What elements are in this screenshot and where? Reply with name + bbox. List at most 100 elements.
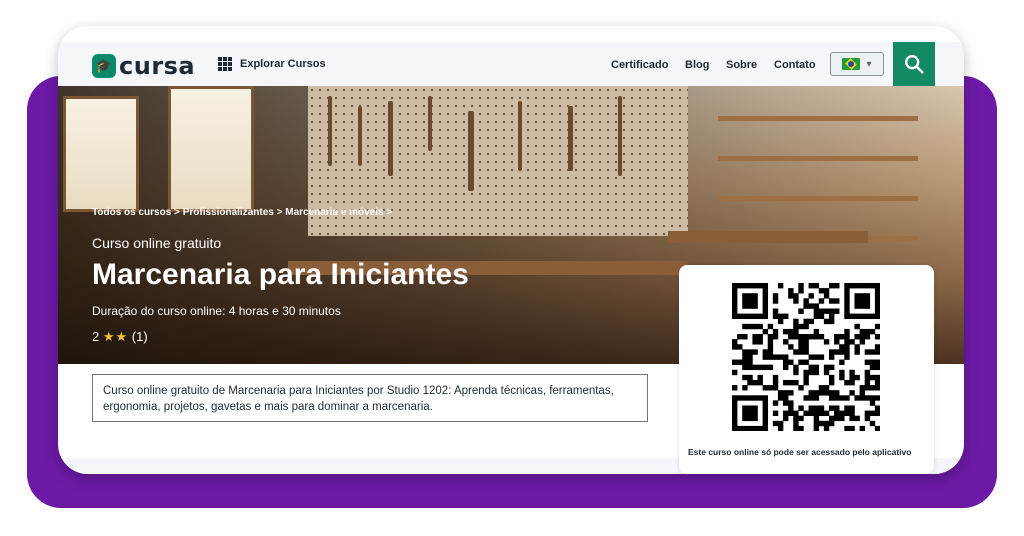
brazil-flag-icon [842,58,861,70]
qr-module [803,318,809,325]
qr-module [869,400,876,406]
qr-module [813,308,820,314]
qr-module [823,420,830,427]
qr-module [752,349,758,355]
qr-module [783,410,789,416]
qr-module [834,298,840,304]
qr-module [732,405,738,411]
qr-module [752,425,758,432]
qr-module [762,313,769,320]
qr-module [849,374,855,381]
nav-blog[interactable]: Blog [685,59,709,71]
search-icon [905,55,924,74]
nav-sobre[interactable]: Sobre [726,59,757,71]
qr-module [839,349,845,355]
qr-module [828,354,835,360]
qr-module [854,313,860,320]
nav-contato[interactable]: Contato [774,59,816,71]
qr-module [813,303,820,309]
qr-module [762,303,769,309]
qr-module [767,334,774,340]
qr-module [803,339,809,345]
qr-module [737,283,743,289]
qr-module [752,405,758,411]
qr-module [783,339,789,345]
qr-module [834,283,840,289]
qr-module [874,323,881,330]
qr-module [747,293,753,299]
qr-module [859,339,865,345]
qr-card: Este curso online só pode ser acessado p… [679,265,934,474]
qr-module [803,379,809,386]
qr-module [752,323,758,330]
qr-module [844,395,850,401]
qr-module [777,318,784,325]
qr-module [869,313,876,320]
qr-module [747,379,753,386]
tool-shape [568,106,573,171]
qr-module [844,303,850,309]
breadcrumb-all-courses[interactable]: Todos os cursos [92,207,171,218]
qr-module [772,334,779,340]
qr-module [772,410,779,416]
qr-module [772,308,779,314]
cursa-logo[interactable]: 🎓 cursa [92,52,195,80]
qr-module [823,308,830,314]
qr-module [869,385,876,391]
breadcrumb-professional[interactable]: Profissionalizantes [183,207,274,218]
qr-module [854,374,860,381]
qr-module [859,298,865,304]
breadcrumb-woodworking[interactable]: Marcenaria e móveis [285,207,383,218]
qr-module [798,385,804,391]
qr-module [874,344,881,350]
qr-module [808,354,814,360]
qr-module [772,374,779,381]
qr-module [767,339,774,345]
course-rating: 2 ★★ (1) [92,329,148,345]
qr-module [839,415,845,422]
qr-module [772,354,779,360]
search-button[interactable] [893,42,935,86]
qr-module [874,410,881,416]
qr-module [844,308,850,314]
qr-module [737,359,743,365]
qr-module [854,349,860,355]
qr-module [798,288,804,294]
qr-module [803,374,809,381]
workshop-window [168,86,254,212]
qr-module [828,415,835,422]
qr-module [808,318,814,325]
qr-module [742,354,748,360]
qr-module [732,359,738,365]
qr-module [762,425,769,432]
qr-module [752,410,758,416]
qr-module [859,328,865,335]
qr-module [762,420,769,427]
qr-module [869,374,876,381]
explore-courses-button[interactable]: Explorar Cursos [218,57,326,71]
qr-module [767,354,774,360]
qr-module [793,298,799,304]
qr-module [813,390,820,396]
nav-certificado[interactable]: Certificado [611,59,668,71]
qr-module [803,334,809,340]
qr-module [762,415,769,422]
qr-module [828,374,835,381]
language-selector[interactable]: ▾ [830,52,884,76]
qr-module [808,283,814,289]
qr-module [869,328,876,335]
qr-module [752,334,758,340]
qr-module [859,395,865,401]
qr-module [788,400,794,406]
qr-module [859,334,865,340]
qr-code [732,283,881,432]
qr-module [828,298,835,304]
qr-module [757,313,763,320]
qr-module [834,308,840,314]
qr-module [772,313,779,320]
qr-module [854,344,860,350]
qr-module [793,334,799,340]
wall-shelf [718,116,918,121]
qr-module [767,385,774,391]
qr-module [747,374,753,381]
